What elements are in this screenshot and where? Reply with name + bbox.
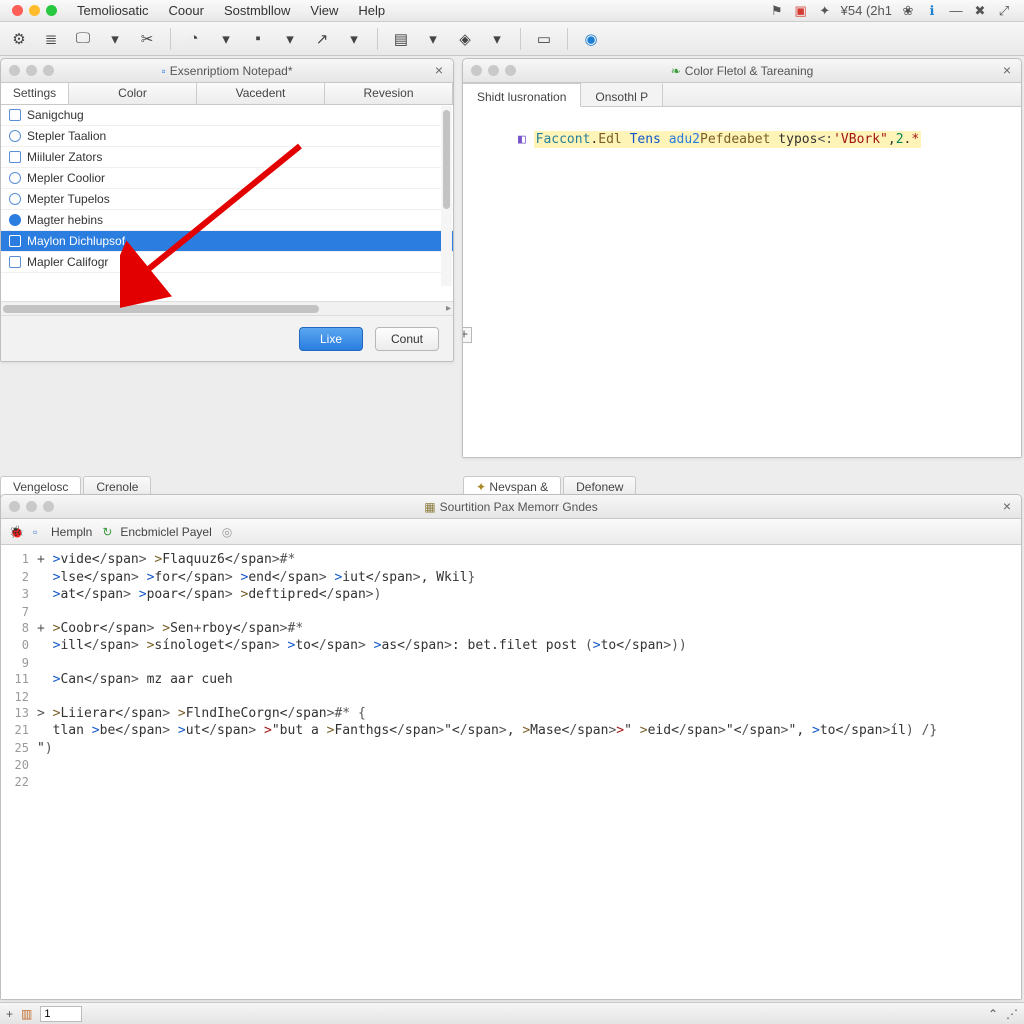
vertical-scrollbar[interactable]	[441, 106, 452, 286]
list-item[interactable]: Magter hebins	[1, 210, 453, 231]
color-panel-title: Color Fletol & Tareaning	[685, 64, 814, 78]
source-editor[interactable]: 1+ >vide</span> >Flaquuz6</span>#*2 >lse…	[1, 545, 1021, 999]
close-dot[interactable]	[12, 5, 23, 16]
flower-icon: ❀	[900, 3, 916, 19]
list-item[interactable]: Mapler Califogr	[1, 252, 453, 273]
leaf-icon: ❧	[671, 64, 681, 78]
close-icon[interactable]: ×	[431, 62, 447, 78]
globe-icon[interactable]: ◉	[578, 27, 604, 51]
menu-coour[interactable]: Coour	[161, 1, 212, 20]
cut-icon[interactable]: ✂	[134, 27, 160, 51]
close-icon[interactable]: ×	[999, 498, 1015, 514]
source-panel-title: Sourtition Pax Memorr Gndes	[440, 500, 598, 514]
menu-templosatic[interactable]: Temoliosatic	[69, 1, 157, 20]
minimize-icon[interactable]: —	[948, 3, 964, 19]
resize-icon[interactable]: ⋰	[1006, 1007, 1018, 1021]
star-icon: ✦	[476, 480, 486, 494]
dropdown5-icon[interactable]: ▾	[420, 27, 446, 51]
list-item[interactable]: Miiluler Zators	[1, 147, 453, 168]
grid-icon: ▦	[424, 500, 435, 514]
menu-view[interactable]: View	[302, 1, 346, 20]
page-icon: ▫	[33, 525, 47, 539]
add-line-button[interactable]: +	[463, 327, 472, 343]
debug-icon[interactable]: ⚙	[6, 27, 32, 51]
layers-icon[interactable]: ▥	[21, 1007, 32, 1021]
tab-onsothl[interactable]: Onsothl P	[581, 83, 663, 106]
folder-icon[interactable]: ▪	[245, 27, 271, 51]
dropdown3-icon[interactable]: ▾	[277, 27, 303, 51]
statusbar: + ▥ ⌃ ⋰	[0, 1002, 1024, 1024]
menu-sostmblow[interactable]: Sostmbllow	[216, 1, 298, 20]
flag-icon: ⚑	[769, 3, 785, 19]
col-revesion[interactable]: Revesion	[325, 83, 453, 104]
info-icon[interactable]: ℹ	[924, 3, 940, 19]
status-text: ¥54 (2h1	[841, 3, 892, 18]
close-icon[interactable]: ×	[999, 62, 1015, 78]
list-icon[interactable]: ≣	[38, 27, 64, 51]
settings-dialog: ▫ Exsenriptiom Notepad* × Settings Color …	[0, 58, 454, 362]
runner-icon: ✦	[817, 3, 833, 19]
monitor-icon[interactable]: 🖵	[70, 27, 96, 51]
page-input[interactable]	[40, 1006, 82, 1022]
expand-icon[interactable]: ✖	[972, 3, 988, 19]
menubar-status-area: ⚑ ▣ ✦ ¥54 (2h1 ❀ ℹ — ✖ ⤢	[769, 3, 1020, 19]
code-editor-right[interactable]: ◧ Faccont.Edl Tens adu2Pefdeabet typos<:…	[463, 107, 1021, 457]
clock-icon[interactable]: ◔	[181, 27, 207, 51]
minimize-dot[interactable]	[29, 5, 40, 16]
system-menubar: Temoliosatic Coour Sostmbllow View Help …	[0, 0, 1024, 22]
primary-button[interactable]: Lixe	[299, 327, 363, 351]
window-traffic-lights	[4, 5, 65, 16]
tab-shidt[interactable]: Shidt lusronation	[463, 83, 581, 107]
settings-list[interactable]: Sanigchug Stepler Taalion Miiluler Zator…	[1, 105, 453, 301]
bug-icon[interactable]: 🐞	[9, 525, 23, 539]
workspace: ▫ Exsenriptiom Notepad* × Settings Color …	[0, 56, 1024, 1002]
zoom-dot[interactable]	[46, 5, 57, 16]
chip-hempln[interactable]: ▫Hempln	[33, 525, 92, 539]
card-icon[interactable]: ▭	[531, 27, 557, 51]
settings-column-headers: Settings Color Vacedent Revesion	[1, 83, 453, 105]
chip-encbmiclel[interactable]: ↻Encbmiclel Payel	[102, 525, 211, 539]
dropdown4-icon[interactable]: ▾	[341, 27, 367, 51]
horizontal-scrollbar[interactable]: ▸	[1, 301, 453, 315]
list-item[interactable]: Stepler Taalion	[1, 126, 453, 147]
dropdown2-icon[interactable]: ▾	[213, 27, 239, 51]
pointer-icon[interactable]: ↗	[309, 27, 335, 51]
chevron-up-icon[interactable]: ⌃	[988, 1007, 998, 1021]
secondary-button[interactable]: Conut	[375, 327, 439, 351]
list-item[interactable]: Mepter Tupelos	[1, 189, 453, 210]
list-item-selected[interactable]: Maylon Dichlupsof	[1, 231, 453, 252]
source-panel: ▦ Sourtition Pax Memorr Gndes × 🐞 ▫Hempln…	[0, 494, 1022, 1000]
dropdown6-icon[interactable]: ▾	[484, 27, 510, 51]
more-icon[interactable]: ⤢	[996, 3, 1012, 19]
menu-help[interactable]: Help	[350, 1, 393, 20]
layout-icon[interactable]: ▤	[388, 27, 414, 51]
col-color[interactable]: Color	[69, 83, 197, 104]
refresh-icon: ↻	[102, 525, 116, 539]
source-toolbar: 🐞 ▫Hempln ↻Encbmiclel Payel ◎	[1, 519, 1021, 545]
col-settings[interactable]: Settings	[1, 83, 69, 104]
col-vacedent[interactable]: Vacedent	[197, 83, 325, 104]
color-panel: ❧ Color Fletol & Tareaning × Shidt lusron…	[462, 58, 1022, 458]
shield-icon: ▣	[793, 3, 809, 19]
list-item[interactable]: Mepler Coolior	[1, 168, 453, 189]
list-item[interactable]: Sanigchug	[1, 105, 453, 126]
marker-icon: ◧	[518, 132, 526, 147]
tag-icon[interactable]: ◈	[452, 27, 478, 51]
main-toolbar: ⚙ ≣ 🖵 ▾ ✂ ◔ ▾ ▪ ▾ ↗ ▾ ▤ ▾ ◈ ▾ ▭ ◉	[0, 22, 1024, 56]
dropdown-icon[interactable]: ▾	[102, 27, 128, 51]
doc-icon: ▫	[162, 64, 166, 78]
settings-dialog-title: Exsenriptiom Notepad*	[170, 64, 293, 78]
add-icon[interactable]: +	[6, 1007, 13, 1021]
target-icon[interactable]: ◎	[222, 525, 236, 539]
